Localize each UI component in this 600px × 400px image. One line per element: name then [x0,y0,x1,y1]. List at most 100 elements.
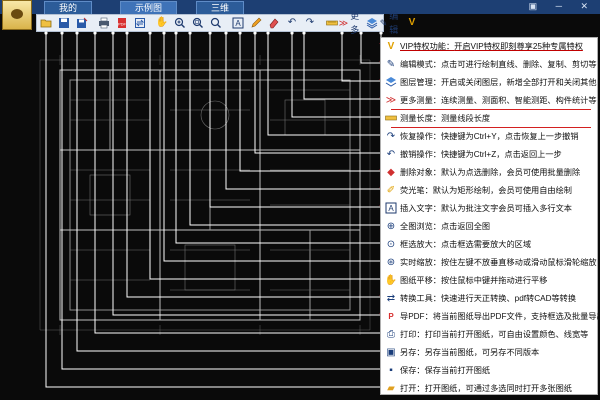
save-as-icon[interactable] [75,16,89,30]
feature-label: 撤销操作： [400,150,441,159]
pdf-icon[interactable]: PDF [115,16,129,30]
highlighter-icon[interactable] [249,16,263,30]
feature-label: 图纸平移： [400,276,441,285]
feature-desc: 将当前图纸导出PDF文件，支持框选及批量导出 [432,312,599,321]
printer-icon: ⎙ [387,328,395,340]
save-as-icon: ▣ [386,346,396,358]
feature-row: ⊙ 框选放大：点击框选需要放大的区域 [381,235,599,253]
feature-label: 另存： [400,348,425,357]
vip-icon[interactable]: V [405,16,419,30]
feature-description: 导PDF：将当前图纸导出PDF文件，支持框选及批量导出 [400,310,599,322]
feature-row: ⊛ 实时缩放：按住左键不放垂直移动或滑动鼠标滑轮缩放 [381,253,599,271]
feature-row: ✋ 图纸平移：按住鼠标中键并拖动进行平移 [381,271,599,289]
tab-mine[interactable]: 我的 [44,1,93,14]
feature-row: ⎙ 打印：打印当前打开图纸，可自由设置颜色、线宽等 [381,325,599,343]
feature-panel: V VIP特权功能：开启VIP特权即刻尊享25种专属特权 ✎ 编辑模式：点击可进行绘制… [380,37,599,397]
highlighter-icon: ✐ [386,184,396,196]
feature-description: VIP特权功能：开启VIP特权即刻尊享25种专属特权 [400,40,583,52]
text-icon[interactable]: A [231,16,245,30]
save-icon: ▪ [389,364,393,376]
feature-row: ⇄ 转换工具：快速进行天正转换、pdf转CAD等转换 [381,289,599,307]
feature-label: 插入文字： [400,204,441,213]
feature-label: 框选放大： [400,240,441,249]
folder-open-icon[interactable] [39,16,53,30]
feature-row: 测量长度：测量线段长度 [381,109,599,127]
feature-desc: 默认为矩形绘制，会员可使用自由绘制 [432,186,572,195]
app-logo [2,0,32,30]
text-icon: A [385,202,397,214]
redo-icon: ↷ [386,130,396,142]
svg-text:A: A [235,19,241,28]
feature-desc: 快捷键为Ctrl+Z，点击返回上一步 [440,150,562,159]
feature-description: 实时缩放：按住左键不放垂直移动或滑动鼠标滑轮缩放 [400,256,597,268]
feature-row: ⊕ 全图浏览：点击返回全图 [381,217,599,235]
feature-label: 打开： [400,384,425,393]
feature-label: 保存： [400,366,425,375]
feature-row: ◆ 删除对象：默认为点选删除，会员可使用批量删除 [381,163,599,181]
feature-row: ▰ 打开：打开图纸，可通过多选同时打开多张图纸 [381,379,599,397]
feature-label: 实时缩放： [400,258,441,267]
feature-description: 图纸平移：按住鼠标中键并拖动进行平移 [400,274,547,286]
feature-label: 更多测量： [400,96,441,105]
window-controls[interactable]: ▣ ─ ✕ [529,1,596,12]
printer-icon[interactable] [97,16,111,30]
svg-text:PDF: PDF [118,22,127,27]
undo-icon: ↶ [386,148,396,160]
layers-icon[interactable] [365,16,379,30]
undo-icon[interactable]: ↶ [285,16,299,30]
save-icon[interactable] [57,16,71,30]
feature-row: P 导PDF：将当前图纸导出PDF文件，支持框选及批量导出 [381,307,599,325]
feature-label: 转换工具： [400,294,441,303]
feature-desc: 连续测量、测面积、智能测距、构件统计等 [440,96,597,105]
feature-description: 框选放大：点击框选需要放大的区域 [400,238,531,250]
zoom-realtime-icon[interactable] [173,16,187,30]
feature-desc: 快速进行天正转换、pdf转CAD等转换 [440,294,577,303]
feature-label: 编辑模式： [400,60,441,69]
floor-plan-outline [59,69,361,321]
feature-desc: 点击框选需要放大的区域 [440,240,532,249]
feature-description: 插入文字：默认为批注文字会员可插入多行文本 [400,202,572,214]
zoom-window-icon[interactable] [191,16,205,30]
feature-description: 全图浏览：点击返回全图 [400,220,490,232]
title-bar: 我的 示例图 三维 ▣ ─ ✕ [0,0,600,14]
feature-desc: 点击返回全图 [440,222,491,231]
feature-desc: 开启或关闭图层，新增全部打开和关闭其他 [440,78,597,87]
feature-description: 图层管理：开启或关闭图层，新增全部打开和关闭其他 [400,76,597,88]
feature-label: 荧光笔： [400,186,433,195]
fit-view-icon[interactable] [209,16,223,30]
pan-icon[interactable]: ✋ [155,16,169,30]
feature-description: 更多测量：连续测量、测面积、智能测距、构件统计等 [400,94,597,106]
feature-row: ↶ 撤销操作：快捷键为Ctrl+Z，点击返回上一步 [381,145,599,163]
feature-desc: 打开图纸，可通过多选同时打开多张图纸 [424,384,572,393]
convert-icon[interactable] [133,16,147,30]
tab-3d[interactable]: 三维 [196,1,245,14]
feature-label: VIP特权功能： [400,42,455,51]
feature-label: 恢复操作： [400,132,441,141]
feature-desc: 默认为点选删除，会员可使用批量删除 [440,168,581,177]
ruler-icon[interactable] [325,16,339,30]
folder-open-icon: ▰ [387,382,395,394]
vip-icon: V [387,40,395,52]
feature-description: 打开：打开图纸，可通过多选同时打开多张图纸 [400,382,572,394]
feature-description: 恢复操作：快捷键为Ctrl+Y，点击恢复上一步撤销 [400,130,579,142]
more-measure-icon: ≫ [385,94,397,106]
ruler-icon [385,112,397,124]
tab-sample-drawing[interactable]: 示例图 [120,1,178,14]
feature-row: V VIP特权功能：开启VIP特权即刻尊享25种专属特权 [381,37,599,55]
eraser-icon[interactable] [267,16,281,30]
feature-label: 导PDF： [400,312,433,321]
pan-icon: ✋ [384,274,398,286]
cad-drawing[interactable] [0,32,390,400]
feature-label: 图层管理： [400,78,441,87]
feature-description: 保存：保存当前打开图纸 [400,364,490,376]
edit-mode-button[interactable]: ✎ 编辑 [380,11,399,35]
pencil-icon: ✎ [386,58,396,70]
feature-desc: 打印当前打开图纸，可自由设置颜色、线宽等 [424,330,589,339]
more-measure-button[interactable]: ≫ 更多 [339,11,359,35]
feature-desc: 快捷键为Ctrl+Y，点击恢复上一步撤销 [440,132,579,141]
feature-desc: 默认为批注文字会员可插入多行文本 [440,204,572,213]
redo-icon[interactable]: ↷ [303,16,317,30]
feature-desc: 按住左键不放垂直移动或滑动鼠标滑轮缩放 [440,258,597,267]
feature-description: 编辑模式：点击可进行绘制直线、删除、复制、剪切等 [400,58,597,70]
feature-row: ▣ 另存：另存当前图纸，可另存不同版本 [381,343,599,361]
